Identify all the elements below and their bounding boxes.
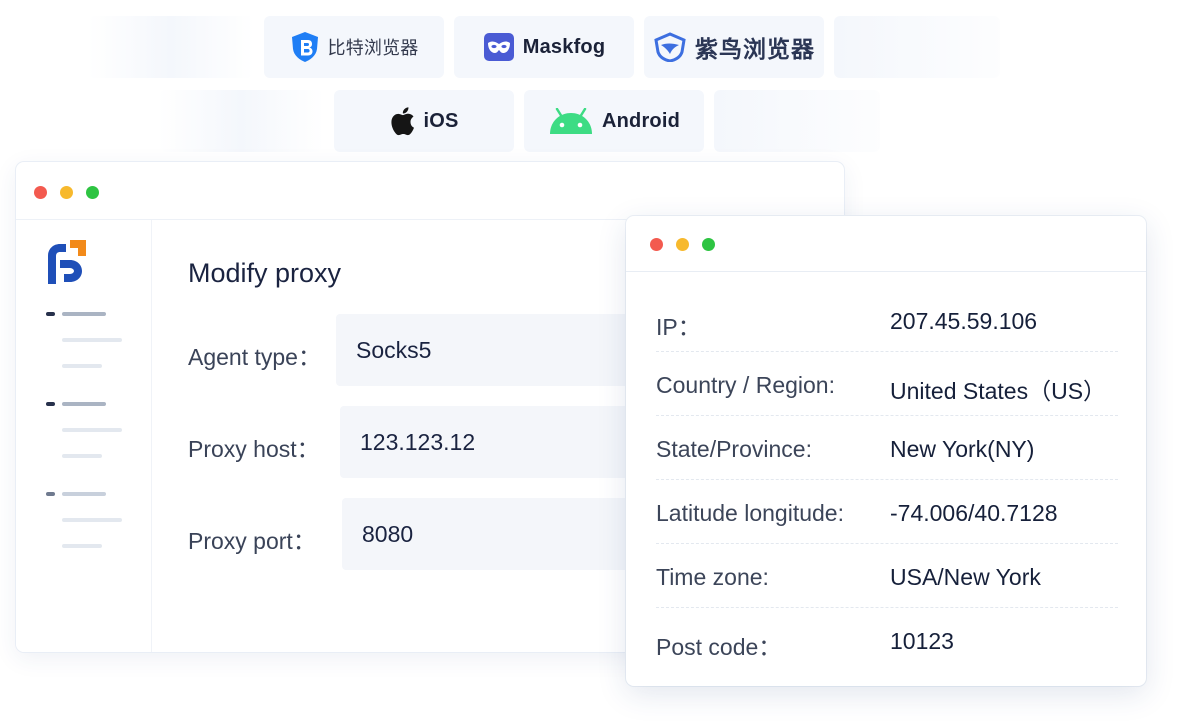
zuniao-tile[interactable]: 紫鸟浏览器	[644, 16, 824, 78]
agent-type-label: Agent type：	[188, 344, 321, 370]
info-value: United States（US）	[890, 378, 1107, 404]
android-label: Android	[601, 109, 681, 132]
zuniao-bird-icon	[654, 32, 686, 62]
sidebar-item[interactable]	[62, 312, 106, 316]
proxy-host-label: Proxy host：	[188, 436, 320, 462]
proxy-port-label: Proxy port：	[188, 528, 316, 554]
info-row-state: State/Province: New York(NY)	[656, 416, 1118, 480]
sidebar-bullet	[46, 492, 55, 496]
app-logo-icon	[48, 240, 86, 284]
info-value: 10123	[890, 628, 954, 654]
maskfog-mask-icon	[483, 33, 514, 61]
minimize-window-button[interactable]	[60, 186, 73, 199]
android-icon	[549, 108, 592, 134]
info-row-lat-long: Latitude longitude: -74.006/40.7128	[656, 480, 1118, 544]
sidebar-subitem[interactable]	[62, 518, 122, 522]
window-titlebar	[626, 216, 1146, 272]
info-value: New York(NY)	[890, 436, 1035, 462]
android-tile[interactable]: Android	[524, 90, 704, 152]
info-key: Time zone:	[656, 564, 769, 590]
maskfog-label: Maskfog	[522, 35, 606, 58]
placeholder-tile	[88, 16, 254, 78]
sidebar-subitem[interactable]	[62, 364, 102, 368]
info-key: Country / Region:	[656, 372, 835, 398]
close-window-button[interactable]	[34, 186, 47, 199]
sidebar-bullet	[46, 402, 55, 406]
page-title: Modify proxy	[188, 258, 342, 288]
maskfog-tile[interactable]: Maskfog	[454, 16, 634, 78]
maximize-window-button[interactable]	[702, 238, 715, 251]
bitbrowser-tile[interactable]: 比特浏览器	[264, 16, 444, 78]
window-titlebar	[16, 162, 844, 220]
sidebar-subitem[interactable]	[62, 428, 122, 432]
sidebar-item[interactable]	[62, 492, 106, 496]
info-row-ip: IP： 207.45.59.106	[656, 288, 1118, 352]
sidebar-subitem[interactable]	[62, 338, 122, 342]
info-key: IP：	[656, 314, 701, 340]
placeholder-tile	[834, 16, 1000, 78]
minimize-window-button[interactable]	[676, 238, 689, 251]
info-row-country: Country / Region: United States（US）	[656, 352, 1118, 416]
close-window-button[interactable]	[650, 238, 663, 251]
info-key: Post code：	[656, 634, 782, 660]
ios-tile[interactable]: iOS	[334, 90, 514, 152]
bitbrowser-label: 比特浏览器	[327, 38, 419, 58]
info-row-timezone: Time zone: USA/New York	[656, 544, 1118, 608]
sidebar-bullet	[46, 312, 55, 316]
sidebar-item[interactable]	[62, 402, 106, 406]
ip-info-window: IP： 207.45.59.106 Country / Region: Unit…	[626, 216, 1146, 686]
info-key: State/Province:	[656, 436, 812, 462]
placeholder-tile	[714, 90, 880, 152]
sidebar-subitem[interactable]	[62, 454, 102, 458]
sidebar-subitem[interactable]	[62, 544, 102, 548]
maximize-window-button[interactable]	[86, 186, 99, 199]
info-value: -74.006/40.7128	[890, 500, 1058, 526]
info-key: Latitude longitude:	[656, 500, 844, 526]
info-value: USA/New York	[890, 564, 1041, 590]
placeholder-tile	[158, 90, 324, 152]
ios-label: iOS	[423, 109, 459, 132]
bitbrowser-shield-icon	[291, 32, 318, 62]
apple-icon	[391, 107, 415, 136]
sidebar	[16, 220, 152, 652]
zuniao-label: 紫鸟浏览器	[695, 36, 815, 62]
info-value: 207.45.59.106	[890, 308, 1038, 334]
info-row-postcode: Post code： 10123	[656, 608, 1118, 672]
